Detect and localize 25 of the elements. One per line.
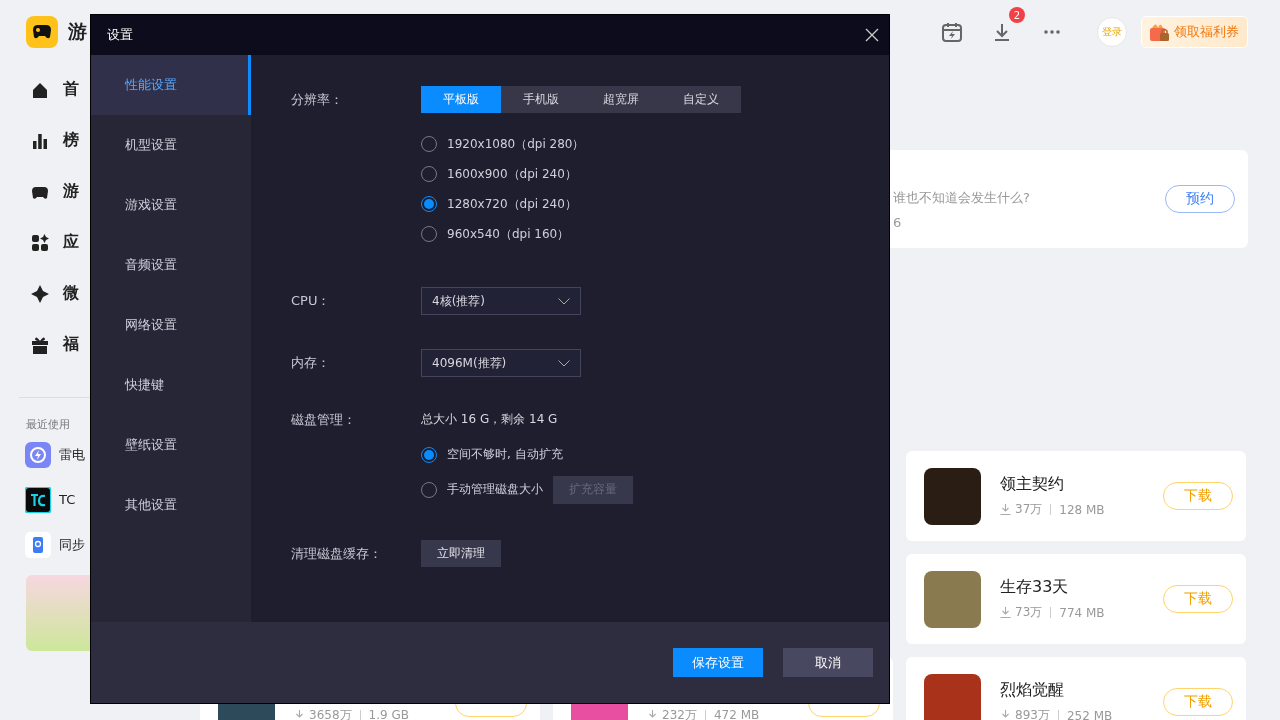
download-count: 37万 [1015,501,1043,518]
download-count: 232万 [662,706,697,720]
app-name: 游 [68,19,87,44]
download-count: 3658万 [309,706,352,720]
game-meta: 6 [893,214,903,230]
file-size: 1.9 GB [368,708,409,720]
file-size: 774 MB [1059,605,1105,620]
field-label: 清理磁盘缓存： [291,545,383,563]
download-count: 73万 [1015,604,1043,621]
field-label: CPU： [291,292,332,310]
game-title: 生存33天 [1000,577,1070,598]
field-label: 内存： [291,354,331,372]
notification-badge: 2 [1009,7,1025,23]
game-description: 谁也不知道会发生什么? [893,188,1031,207]
field-label: 磁盘管理： [291,411,357,429]
file-size: 128 MB [1059,502,1105,517]
disk-summary: 总大小 16 G，剩余 14 G [421,411,559,428]
download-count: 893万 [1015,707,1050,720]
file-size: 472 MB [713,708,760,720]
game-title: 领主契约 [1000,474,1065,495]
dialog-title: 设置 [107,26,133,44]
section-heading: 最近使用 [26,417,71,432]
file-size: 252 MB [1066,708,1113,720]
game-title: 烈焰觉醒 [1000,680,1065,701]
field-label: 分辨率： [291,91,344,109]
